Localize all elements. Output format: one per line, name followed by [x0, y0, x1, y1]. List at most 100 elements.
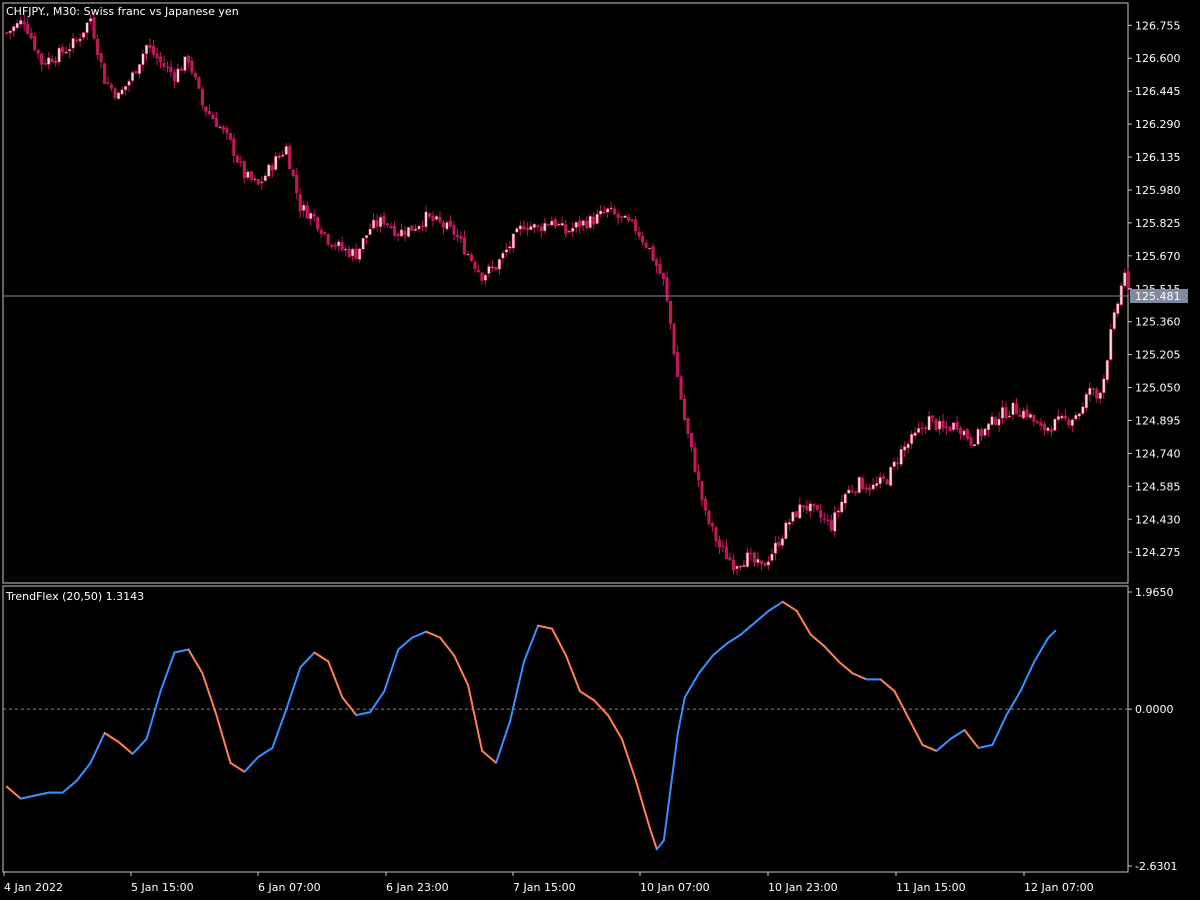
candle-bull [365, 235, 369, 239]
candle-bear [441, 222, 446, 228]
candle-bull [253, 178, 257, 181]
candle-bull [1007, 415, 1012, 418]
candle-bear [641, 235, 645, 243]
candle-bear [829, 520, 833, 531]
candle-bear [662, 272, 666, 279]
candle-bear [242, 161, 246, 179]
trendflex-segment [673, 745, 678, 761]
candle-bear [40, 53, 44, 65]
candle-bear [410, 225, 414, 232]
candle-bull [574, 222, 578, 228]
candle-bear [993, 417, 998, 425]
candle-bear [438, 216, 442, 222]
candle-bull [784, 522, 788, 540]
candle-bull [144, 44, 149, 55]
candle-bear [151, 45, 156, 55]
candle-bull [560, 222, 564, 226]
trendflex-segment [475, 725, 480, 736]
candle-bear [347, 248, 351, 257]
candle-bull [434, 216, 439, 220]
indicator-title: TrendFlex (20,50) 1.3143 [5, 590, 144, 603]
indicator-pane[interactable] [3, 600, 1128, 851]
trendflex-segment [671, 758, 676, 775]
candle-bull [130, 72, 135, 81]
candle-bull [351, 248, 355, 257]
candle-bull [8, 30, 12, 34]
time-tick-label: 12 Jan 07:00 [1024, 881, 1094, 894]
candle-bear [1018, 414, 1022, 418]
candle-bear [815, 505, 819, 511]
candle-bull [997, 418, 1001, 426]
candle-bull [791, 511, 795, 522]
candle-bear [553, 219, 557, 227]
candle-bear [305, 205, 309, 219]
candle-bear [682, 398, 687, 420]
candle-bull [368, 228, 372, 235]
candle-bear [155, 53, 159, 59]
candle-bear [920, 427, 924, 430]
price-tick-label: 126.755 [1135, 19, 1181, 32]
candle-bull [745, 552, 750, 568]
candle-bear [113, 88, 117, 99]
trendflex-segment [680, 705, 685, 717]
candle-bear [578, 220, 582, 228]
candle-bear [452, 225, 456, 235]
time-tick-label: 10 Jan 07:00 [640, 881, 710, 894]
candle-bull [413, 228, 418, 231]
candle-bull [1053, 418, 1057, 431]
candle-bear [340, 242, 344, 251]
trendflex-segment [474, 717, 478, 728]
candle-bear [944, 426, 949, 429]
candle-bear [455, 234, 460, 238]
candle-bull [379, 216, 383, 228]
trendflex-segment [477, 733, 482, 744]
candle-bear [546, 224, 550, 226]
candle-bear [1049, 429, 1053, 432]
candle-bear [822, 518, 826, 520]
candle-bull [344, 248, 348, 251]
candle-bear [298, 194, 302, 212]
candle-bull [927, 416, 931, 431]
candle-bull [68, 49, 72, 52]
indicator-tick-label: -2.6301 [1135, 860, 1177, 873]
candle-bear [61, 46, 65, 53]
price-pane[interactable] [3, 10, 1130, 576]
candle-bull [15, 22, 19, 29]
candle-bull [1028, 414, 1033, 418]
candle-bear [613, 208, 617, 215]
candle-bull [504, 249, 508, 253]
candle-bear [221, 126, 225, 130]
candle-bull [529, 226, 533, 231]
candle-bear [1025, 409, 1029, 418]
price-tick-label: 126.445 [1135, 85, 1181, 98]
candle-bull [840, 501, 844, 513]
candle-bear [207, 110, 211, 115]
candle-bull [277, 156, 281, 158]
candle-bull [878, 477, 882, 485]
candle-bear [801, 505, 805, 508]
candle-bear [36, 49, 40, 54]
candle-bear [5, 32, 9, 34]
candle-bull [1000, 407, 1005, 419]
candle-bear [469, 254, 473, 262]
trendflex-segment [664, 812, 669, 828]
candle-bull [910, 433, 914, 444]
candle-bull [1098, 392, 1102, 400]
candle-bear [392, 225, 397, 236]
candle-bear [326, 234, 330, 245]
candle-bull [962, 430, 966, 436]
price-tick-label: 124.585 [1135, 480, 1181, 493]
candle-bear [539, 226, 543, 232]
candle-bull [267, 164, 271, 177]
candle-bull [1011, 402, 1015, 415]
candle-bear [75, 39, 79, 42]
candle-bear [686, 418, 690, 434]
trendflex-segment [1052, 629, 1057, 634]
candle-bull [833, 512, 837, 532]
candle-bear [214, 117, 218, 127]
candle-bear [1014, 403, 1019, 415]
candle-bull [1060, 415, 1064, 419]
candle-bull [1056, 416, 1060, 420]
candle-bear [714, 527, 718, 542]
candle-bear [564, 224, 568, 234]
